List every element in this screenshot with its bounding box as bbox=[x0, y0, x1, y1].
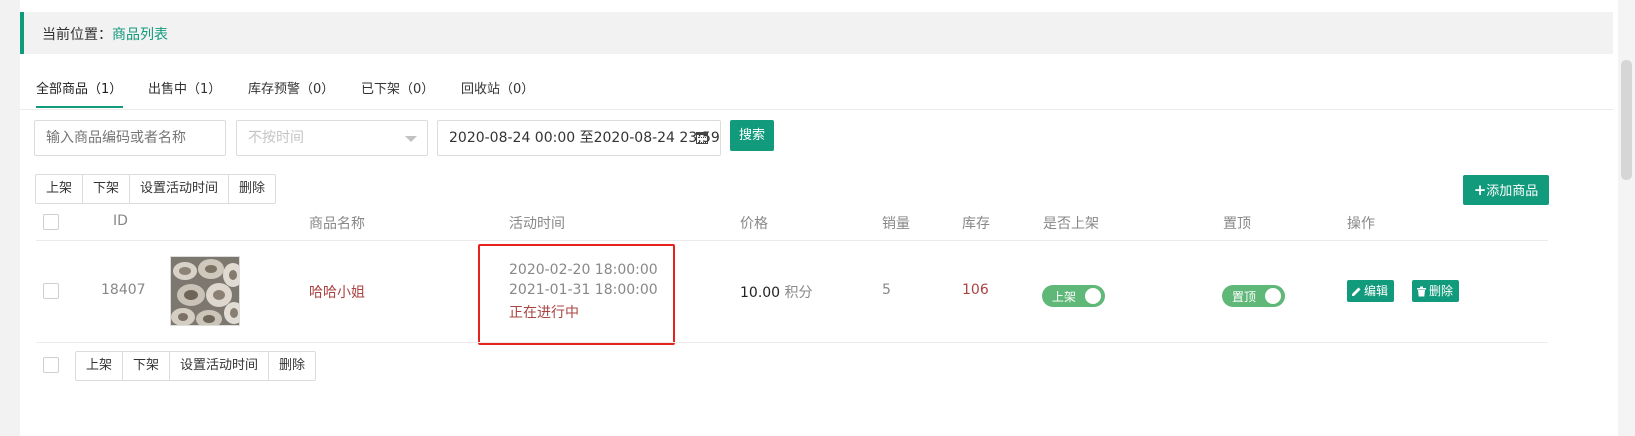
tab-all-products[interactable]: 全部商品（1） bbox=[36, 78, 122, 97]
product-thumbnail[interactable] bbox=[170, 256, 240, 326]
tab-bar: 全部商品（1） 出售中（1） 库存预警（0） 已下架（0） 回收站（0） bbox=[20, 62, 1613, 110]
plus-icon: + bbox=[1473, 181, 1487, 199]
search-input[interactable] bbox=[34, 120, 226, 156]
pin-toggle-label: 置顶 bbox=[1232, 290, 1257, 304]
bulk-off-shelf-button[interactable]: 下架 bbox=[123, 352, 171, 380]
scrollbar-thumb[interactable] bbox=[1621, 60, 1632, 180]
search-button[interactable]: 搜索 bbox=[730, 120, 774, 151]
add-product-button[interactable]: +添加商品 bbox=[1463, 175, 1549, 205]
active-tab-indicator bbox=[36, 106, 123, 108]
column-header-listed: 是否上架 bbox=[1043, 216, 1099, 232]
select-all-checkbox[interactable] bbox=[43, 214, 59, 230]
bulk-off-shelf-button[interactable]: 下架 bbox=[83, 175, 131, 203]
listed-toggle[interactable]: 上架 bbox=[1042, 285, 1105, 307]
bulk-set-time-button[interactable]: 设置活动时间 bbox=[130, 175, 230, 203]
bulk-actions-bottom: 上架 下架 设置活动时间 删除 bbox=[75, 351, 317, 381]
pin-toggle[interactable]: 置顶 bbox=[1222, 285, 1285, 307]
delete-label: 删除 bbox=[1429, 284, 1454, 298]
date-range-input[interactable]: 2020-08-24 00:00 至2020-08-24 23:59 bbox=[437, 120, 721, 156]
toggle-knob bbox=[1265, 288, 1281, 304]
bulk-on-shelf-button[interactable]: 上架 bbox=[76, 352, 124, 380]
pencil-icon bbox=[1352, 287, 1361, 296]
price-unit: 积分 bbox=[784, 285, 813, 301]
highlight-box bbox=[478, 244, 675, 345]
header-divider bbox=[36, 240, 1548, 241]
date-range-value: 2020-08-24 00:00 至2020-08-24 23:59 bbox=[449, 130, 720, 146]
tab-on-sale[interactable]: 出售中（1） bbox=[148, 78, 221, 97]
toggle-knob bbox=[1085, 288, 1101, 304]
time-filter-value: 不按时间 bbox=[248, 130, 304, 146]
calendar-icon bbox=[696, 132, 708, 144]
product-sales: 5 bbox=[882, 282, 891, 298]
vertical-scrollbar[interactable] bbox=[1618, 0, 1635, 436]
time-filter-select[interactable]: 不按时间 bbox=[236, 120, 428, 156]
column-header-price: 价格 bbox=[740, 216, 768, 232]
column-header-name: 商品名称 bbox=[309, 216, 365, 232]
breadcrumb: 当前位置：商品列表 bbox=[20, 12, 1613, 54]
column-header-sales: 销量 bbox=[882, 216, 910, 232]
tab-off-shelf[interactable]: 已下架（0） bbox=[361, 78, 434, 97]
bulk-set-time-button[interactable]: 设置活动时间 bbox=[170, 352, 270, 380]
listed-toggle-label: 上架 bbox=[1052, 290, 1077, 304]
edit-label: 编辑 bbox=[1364, 284, 1389, 298]
tab-recycle-bin[interactable]: 回收站（0） bbox=[461, 78, 534, 97]
column-header-id: ID bbox=[113, 213, 128, 229]
column-header-actions: 操作 bbox=[1347, 216, 1375, 232]
oyster-image-icon bbox=[171, 257, 239, 325]
tab-stock-warning[interactable]: 库存预警（0） bbox=[248, 78, 334, 97]
delete-button[interactable]: 删除 bbox=[1412, 280, 1460, 302]
row-id: 18407 bbox=[101, 282, 146, 298]
row-divider bbox=[36, 342, 1548, 343]
chevron-down-icon bbox=[405, 136, 417, 142]
product-stock: 106 bbox=[962, 282, 989, 298]
column-header-pin: 置顶 bbox=[1223, 216, 1251, 232]
trash-icon bbox=[1417, 286, 1426, 297]
price-value: 10.00 bbox=[740, 285, 781, 301]
bulk-actions-top: 上架 下架 设置活动时间 删除 bbox=[35, 174, 277, 204]
select-all-checkbox-bottom[interactable] bbox=[43, 357, 59, 373]
column-header-time: 活动时间 bbox=[509, 216, 565, 232]
row-checkbox[interactable] bbox=[43, 283, 59, 299]
product-price: 10.00 积分 bbox=[740, 282, 813, 302]
breadcrumb-current[interactable]: 商品列表 bbox=[112, 27, 168, 43]
edit-button[interactable]: 编辑 bbox=[1347, 280, 1395, 302]
bulk-on-shelf-button[interactable]: 上架 bbox=[36, 175, 84, 203]
product-name-link[interactable]: 哈哈小姐 bbox=[309, 282, 365, 302]
column-header-stock: 库存 bbox=[962, 216, 990, 232]
bulk-delete-button[interactable]: 删除 bbox=[229, 175, 275, 203]
add-product-label: 添加商品 bbox=[1486, 184, 1539, 199]
breadcrumb-label: 当前位置： bbox=[42, 27, 112, 43]
bulk-delete-button[interactable]: 删除 bbox=[269, 352, 315, 380]
